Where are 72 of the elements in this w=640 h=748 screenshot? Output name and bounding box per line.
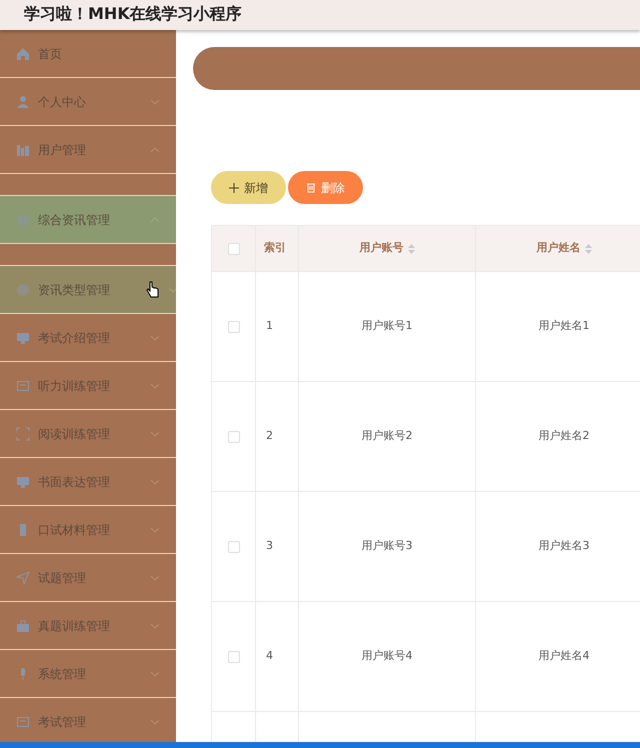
row-checkbox[interactable] xyxy=(228,650,240,662)
table-cell-text: 用户姓名2 xyxy=(538,428,590,444)
column-label: 用户账号 xyxy=(360,240,404,256)
chevron-icon xyxy=(150,216,160,222)
sidebar-label: 首页 xyxy=(38,46,62,62)
sidebar-label: 真题训练管理 xyxy=(38,618,110,634)
table-cell-text: 用户姓名1 xyxy=(538,318,590,334)
chevron-icon xyxy=(150,334,160,340)
chevron-icon xyxy=(150,670,160,676)
send-icon xyxy=(16,570,30,584)
frame-icon xyxy=(16,426,30,440)
circle-icon xyxy=(16,212,30,226)
monitor-icon xyxy=(16,330,30,344)
table-cell-text: 4 xyxy=(266,648,273,664)
message-icon xyxy=(16,378,30,392)
plus-icon xyxy=(229,182,239,192)
column-label: 索引 xyxy=(264,240,286,256)
chevron-icon xyxy=(168,286,176,292)
column-label: 用户姓名 xyxy=(536,240,580,256)
table-cell-text: 用户账号3 xyxy=(362,538,412,554)
chevron-icon xyxy=(150,574,160,580)
chevron-icon xyxy=(150,526,160,532)
column-header[interactable]: 索引 xyxy=(256,226,299,271)
table-cell-text: 3 xyxy=(266,538,273,554)
delete-button[interactable]: 删除 xyxy=(288,171,363,204)
sidebar-label: 试题管理 xyxy=(38,570,86,586)
chevron-icon xyxy=(150,430,160,436)
sort-icon[interactable] xyxy=(408,244,414,254)
sidebar-label: 考试介绍管理 xyxy=(38,330,110,346)
hand-cursor-icon xyxy=(146,280,160,298)
chevron-icon xyxy=(150,146,160,152)
sidebar-label: 阅读训练管理 xyxy=(38,426,110,442)
house-icon xyxy=(16,46,30,60)
sidebar-label: 考试管理 xyxy=(38,714,86,730)
chart-icon xyxy=(16,142,30,156)
person-icon xyxy=(16,94,30,108)
briefcase-icon xyxy=(16,618,30,632)
table-cell-text: 用户账号1 xyxy=(362,318,412,334)
sidebar-label: 资讯类型管理 xyxy=(38,282,110,298)
sort-icon[interactable] xyxy=(584,244,592,254)
sidebar-label: 听力训练管理 xyxy=(38,378,110,394)
sidebar-label: 用户管理 xyxy=(38,142,86,158)
chevron-icon xyxy=(150,478,160,484)
chevron-icon xyxy=(150,718,160,724)
app-title: 学习啦！MHK在线学习小程序 xyxy=(24,3,242,25)
row-checkbox[interactable] xyxy=(228,430,240,442)
message-icon xyxy=(16,714,30,728)
add-button[interactable]: 新增 xyxy=(211,171,286,204)
chevron-icon xyxy=(150,382,160,388)
table-cell-text: 用户姓名3 xyxy=(538,538,590,554)
monitor-icon xyxy=(16,474,30,488)
sidebar-label: 口试材料管理 xyxy=(38,522,110,538)
circle-icon xyxy=(16,282,30,296)
column-header[interactable]: 用户姓名 xyxy=(476,226,640,271)
sidebar-label: 综合资讯管理 xyxy=(38,212,110,228)
chevron-icon xyxy=(150,98,160,104)
sidebar-label: 书面表达管理 xyxy=(38,474,110,490)
row-checkbox[interactable] xyxy=(228,320,240,332)
table-cell-text: 1 xyxy=(266,318,273,334)
sidebar-label: 个人中心 xyxy=(38,94,86,110)
table-cell-text: 用户姓名4 xyxy=(538,648,590,664)
row-checkbox[interactable] xyxy=(228,540,240,552)
sidebar-label: 系统管理 xyxy=(38,666,86,682)
table-cell-text: 用户账号4 xyxy=(362,648,412,664)
column-header[interactable]: 用户账号 xyxy=(299,226,476,271)
sidebar-item[interactable]: 综合资讯管理 xyxy=(0,196,176,244)
chevron-icon xyxy=(150,622,160,628)
table-cell-text: 用户账号2 xyxy=(362,428,412,444)
trash-icon xyxy=(306,182,316,193)
table-cell-text: 2 xyxy=(266,428,273,444)
select-all-checkbox[interactable] xyxy=(228,242,240,254)
sidebar-item[interactable]: 资讯类型管理 xyxy=(0,266,176,314)
